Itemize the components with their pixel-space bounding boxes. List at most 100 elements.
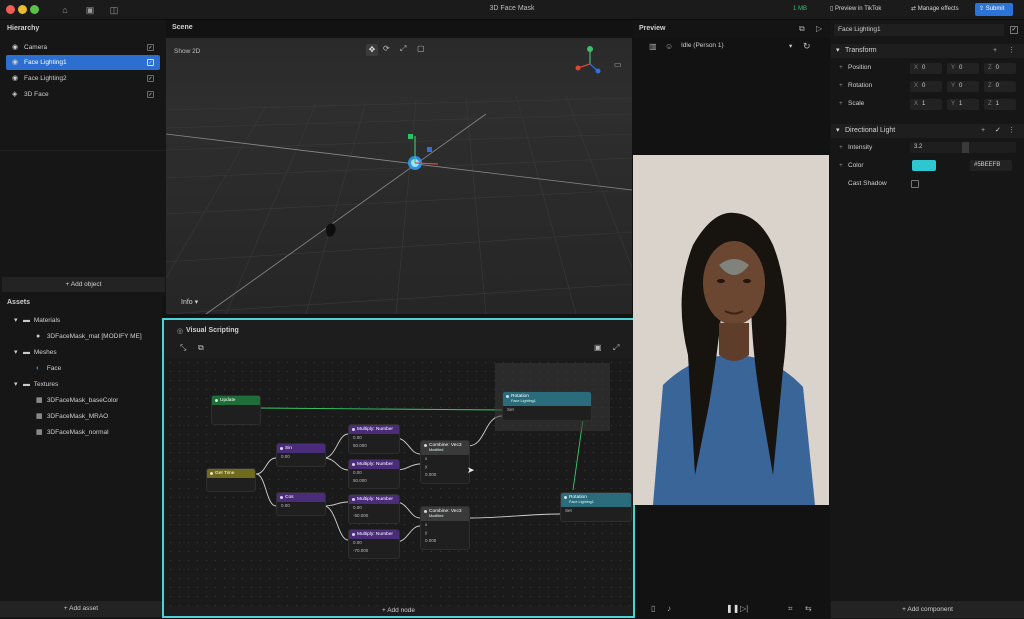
axis-gizmo[interactable]	[574, 44, 614, 80]
show-2d-toggle[interactable]: Show 2D	[174, 48, 200, 55]
position-z-field[interactable]: Z0	[984, 63, 1016, 74]
color-swatch[interactable]	[912, 160, 936, 171]
multiply-node-b[interactable]: -50.000	[349, 512, 399, 520]
transform-section-header[interactable]: ▾ Transform + ⋮	[831, 44, 1024, 58]
rotation-set-port[interactable]: Set	[503, 406, 591, 414]
cast-shadow-checkbox[interactable]	[911, 180, 919, 188]
visibility-checkbox[interactable]: ✓	[147, 44, 154, 51]
more-icon[interactable]: ⋮	[1008, 44, 1015, 58]
multiply-node-b[interactable]: -70.000	[349, 547, 399, 555]
wand-icon[interactable]: ⤡	[180, 343, 186, 353]
checkmark-icon[interactable]: ✓	[995, 124, 1001, 138]
preview-in-tiktok-button[interactable]: ▯ Preview in TikTok	[826, 3, 885, 16]
snap-icon[interactable]: ⧉	[198, 343, 204, 353]
rotation-y-field[interactable]: Y0	[947, 81, 979, 92]
tiktok-icon[interactable]: ♪	[667, 604, 671, 613]
combine-vec3-node-1[interactable]: Combine: Vec3 Modified x y 0.000	[420, 440, 470, 484]
add-icon[interactable]: +	[993, 44, 997, 58]
scale-tool-icon[interactable]: ⤢	[400, 44, 406, 54]
rotate-tool-icon[interactable]: ⟳	[383, 44, 390, 53]
asset-item[interactable]: ▦ 3DFaceMask_normal	[36, 427, 109, 439]
preview-state-select[interactable]: Idle (Person 1) ▾	[681, 42, 801, 54]
save-icon[interactable]: ▣	[84, 4, 96, 16]
multiply-node-a[interactable]: 0.00	[349, 469, 399, 477]
scale-z-field[interactable]: Z1	[984, 99, 1016, 110]
minimize-window-button[interactable]	[18, 5, 27, 14]
hierarchy-item-3d-face[interactable]: ◈ 3D Face ✓	[6, 87, 160, 102]
update-node[interactable]: Update	[211, 395, 261, 425]
scale-y-field[interactable]: Y1	[947, 99, 979, 110]
more-icon[interactable]: ⋮	[1008, 124, 1015, 138]
manage-effects-button[interactable]: ⇄ Manage effects	[907, 3, 963, 16]
add-icon[interactable]: +	[981, 124, 985, 138]
asset-item[interactable]: ▦ 3DFaceMask_baseColor	[36, 395, 118, 407]
sin-node[interactable]: Sin 0.00	[276, 443, 326, 467]
submit-button[interactable]: ⇪ Submit	[975, 3, 1013, 16]
object-name-field[interactable]: Face Lighting1	[834, 24, 1004, 36]
step-forward-icon[interactable]: ▷|	[740, 604, 748, 613]
intensity-slider[interactable]: 3.2	[910, 142, 1016, 153]
device-frame-icon[interactable]: ▯	[651, 604, 655, 613]
add-node-button[interactable]: + Add node	[164, 604, 633, 618]
camera-view-icon[interactable]: ▭	[614, 60, 622, 69]
position-y-field[interactable]: Y0	[947, 63, 979, 74]
pause-icon[interactable]: ❚❚	[726, 604, 739, 613]
color-hex-field[interactable]: #5BEEFB	[970, 160, 1012, 171]
scale-x-field[interactable]: X1	[910, 99, 942, 110]
combine-vec3-node-2[interactable]: Combine: Vec3 Modified x y 0.000	[420, 506, 470, 550]
asset-item[interactable]: ● 3DFaceMask_mat [MODIFY ME]	[36, 331, 142, 343]
multiply-node-4[interactable]: Multiply: Number 0.00 -70.000	[348, 529, 400, 559]
hierarchy-item-face-lighting2[interactable]: ◉ Face Lighting2 ✓	[6, 71, 160, 86]
add-object-button[interactable]: + Add object	[2, 277, 165, 292]
directional-light-section-header[interactable]: ▾ Directional Light + ✓ ⋮	[831, 124, 1024, 138]
rotation-z-field[interactable]: Z0	[984, 81, 1016, 92]
combine-z-value[interactable]: 0.000	[421, 537, 469, 545]
visibility-checkbox[interactable]: ✓	[147, 59, 154, 66]
rect-tool-icon[interactable]: ▢	[417, 44, 425, 53]
folder-meshes[interactable]: ▾ ▬ Meshes	[14, 347, 57, 359]
combine-z-value[interactable]: 0.000	[421, 471, 469, 479]
refresh-icon[interactable]: ↻	[803, 41, 811, 52]
multiply-node-1[interactable]: Multiply: Number 0.00 50.000	[348, 424, 400, 454]
info-dropdown[interactable]: Info ▾	[181, 298, 198, 306]
plus-icon[interactable]: +	[839, 100, 843, 107]
asset-item[interactable]: ◐ Face	[36, 363, 61, 375]
close-window-button[interactable]	[6, 5, 15, 14]
plus-icon[interactable]: +	[839, 82, 843, 89]
move-tool-icon[interactable]: ✥	[366, 44, 378, 56]
hierarchy-item-face-lighting1[interactable]: ◉ Face Lighting1 ✓	[6, 55, 160, 70]
multiply-node-b[interactable]: 50.000	[349, 477, 399, 485]
cos-node[interactable]: Cos 0.00	[276, 492, 326, 516]
rotation-node-2[interactable]: Rotation Face Lighting1 Set	[560, 492, 632, 522]
plus-icon[interactable]: +	[839, 162, 843, 169]
get-time-node[interactable]: Get Time	[206, 468, 256, 492]
multiply-node-a[interactable]: 0.00	[349, 539, 399, 547]
crop-icon[interactable]: ⌗	[788, 604, 793, 614]
multiply-node-a[interactable]: 0.00	[349, 434, 399, 442]
layers-icon[interactable]: ◫	[108, 4, 120, 16]
home-icon[interactable]: ⌂	[59, 4, 71, 16]
folder-textures[interactable]: ▾ ▬ Textures	[14, 379, 58, 391]
multiply-node-3[interactable]: Multiply: Number 0.00 -50.000	[348, 494, 400, 524]
hierarchy-item-camera[interactable]: ◉ Camera ✓	[6, 40, 160, 55]
rotation-set-port[interactable]: Set	[561, 507, 631, 515]
face-icon[interactable]: ☺	[665, 42, 673, 51]
intensity-slider-handle[interactable]	[962, 142, 969, 153]
device-icon[interactable]: ▥	[649, 42, 657, 51]
image-icon[interactable]: ▣	[594, 343, 602, 352]
add-asset-button[interactable]: + Add asset	[0, 601, 162, 617]
visibility-checkbox[interactable]: ✓	[147, 75, 154, 82]
rotation-node-1[interactable]: Rotation Face Lighting1 Set	[502, 391, 592, 421]
plus-icon[interactable]: +	[839, 64, 843, 71]
folder-materials[interactable]: ▾ ▬ Materials	[14, 315, 60, 327]
scene-viewport[interactable]: Show 2D ✥ ⟳ ⤢ ▢ ▭ Info ▾	[166, 38, 632, 314]
external-window-icon[interactable]: ⧉	[799, 24, 805, 34]
swap-camera-icon[interactable]: ⇆	[805, 604, 812, 613]
visibility-checkbox[interactable]: ✓	[147, 91, 154, 98]
add-component-button[interactable]: + Add component	[831, 601, 1024, 618]
multiply-node-b[interactable]: 50.000	[349, 442, 399, 450]
node-graph[interactable]: Update Get Time Sin 0.00 Cos 0.00 Multip…	[166, 358, 632, 606]
rotation-x-field[interactable]: X0	[910, 81, 942, 92]
fullscreen-icon[interactable]: ⤢	[613, 343, 619, 353]
enabled-checkbox[interactable]: ✓	[1010, 26, 1018, 34]
